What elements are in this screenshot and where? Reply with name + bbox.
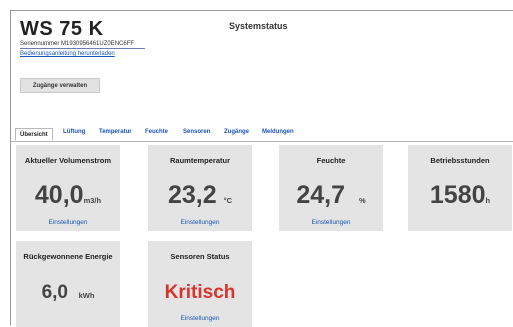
- value-number: 40,0: [34, 181, 84, 209]
- tab-sensors[interactable]: Sensoren: [183, 129, 210, 135]
- tab-messages[interactable]: Meldungen: [262, 129, 294, 135]
- card-value: 24,7 %: [279, 181, 383, 210]
- card-label: Rückgewonnene Energie: [23, 252, 113, 261]
- value-unit: °C: [223, 196, 233, 205]
- tab-humidity[interactable]: Feuchte: [145, 129, 168, 135]
- card-value: 1580h: [408, 181, 512, 210]
- manual-download-link[interactable]: Bedienungsanleitung herunterladen: [20, 51, 115, 57]
- value-unit: h: [485, 196, 491, 205]
- value-number: 6,0: [41, 282, 68, 303]
- card-label: Sensoren Status: [170, 252, 230, 261]
- card-label: Aktueller Volumenstrom: [24, 156, 112, 165]
- tab-bar: Übersicht Lüftung Temperatur Feuchte Sen…: [11, 128, 513, 142]
- card-volume-flow: Aktueller Volumenstrom 40,0m3/h Einstell…: [16, 145, 120, 231]
- card-operating-hours: Betriebsstunden 1580h: [408, 145, 512, 231]
- value-number: 24,7: [296, 181, 346, 209]
- value-unit: m3/h: [83, 196, 102, 205]
- status-critical: Kritisch: [164, 282, 236, 303]
- card-recovered-energy: Rückgewonnene Energie 6,0 kWh: [16, 241, 120, 327]
- tab-ventilation[interactable]: Lüftung: [63, 129, 85, 135]
- settings-link[interactable]: Einstellungen: [279, 219, 383, 226]
- card-value: 6,0 kWh: [16, 282, 120, 304]
- value-unit: %: [358, 196, 366, 205]
- card-room-temperature: Raumtemperatur 23,2 °C Einstellungen: [148, 145, 252, 231]
- settings-link[interactable]: Einstellungen: [148, 219, 252, 226]
- value-number: 23,2: [167, 181, 217, 209]
- card-value: 40,0m3/h: [16, 181, 120, 210]
- app-frame: WS 75 K Seriennummer M1930956461UZ0ENC6F…: [10, 10, 513, 327]
- card-value: 23,2 °C: [148, 181, 252, 210]
- value-unit: kWh: [78, 291, 95, 300]
- device-model: WS 75 K: [20, 18, 104, 40]
- manage-access-button[interactable]: Zugänge verwalten: [20, 78, 100, 93]
- page-title: Systemstatus: [229, 21, 288, 31]
- card-label: Betriebsstunden: [430, 156, 490, 165]
- card-label: Raumtemperatur: [169, 156, 230, 165]
- settings-link[interactable]: Einstellungen: [148, 315, 252, 322]
- serial-number: Seriennummer M1930956461UZ0ENC6FF: [20, 41, 145, 49]
- card-humidity: Feuchte 24,7 % Einstellungen: [279, 145, 383, 231]
- tab-access[interactable]: Zugänge: [224, 129, 249, 135]
- settings-link[interactable]: Einstellungen: [16, 219, 120, 226]
- tab-temperature[interactable]: Temperatur: [99, 129, 132, 135]
- card-sensor-status: Sensoren Status Kritisch Einstellungen: [148, 241, 252, 327]
- tab-overview[interactable]: Übersicht: [15, 128, 53, 141]
- value-number: 1580: [429, 181, 486, 209]
- card-label: Feuchte: [316, 156, 346, 165]
